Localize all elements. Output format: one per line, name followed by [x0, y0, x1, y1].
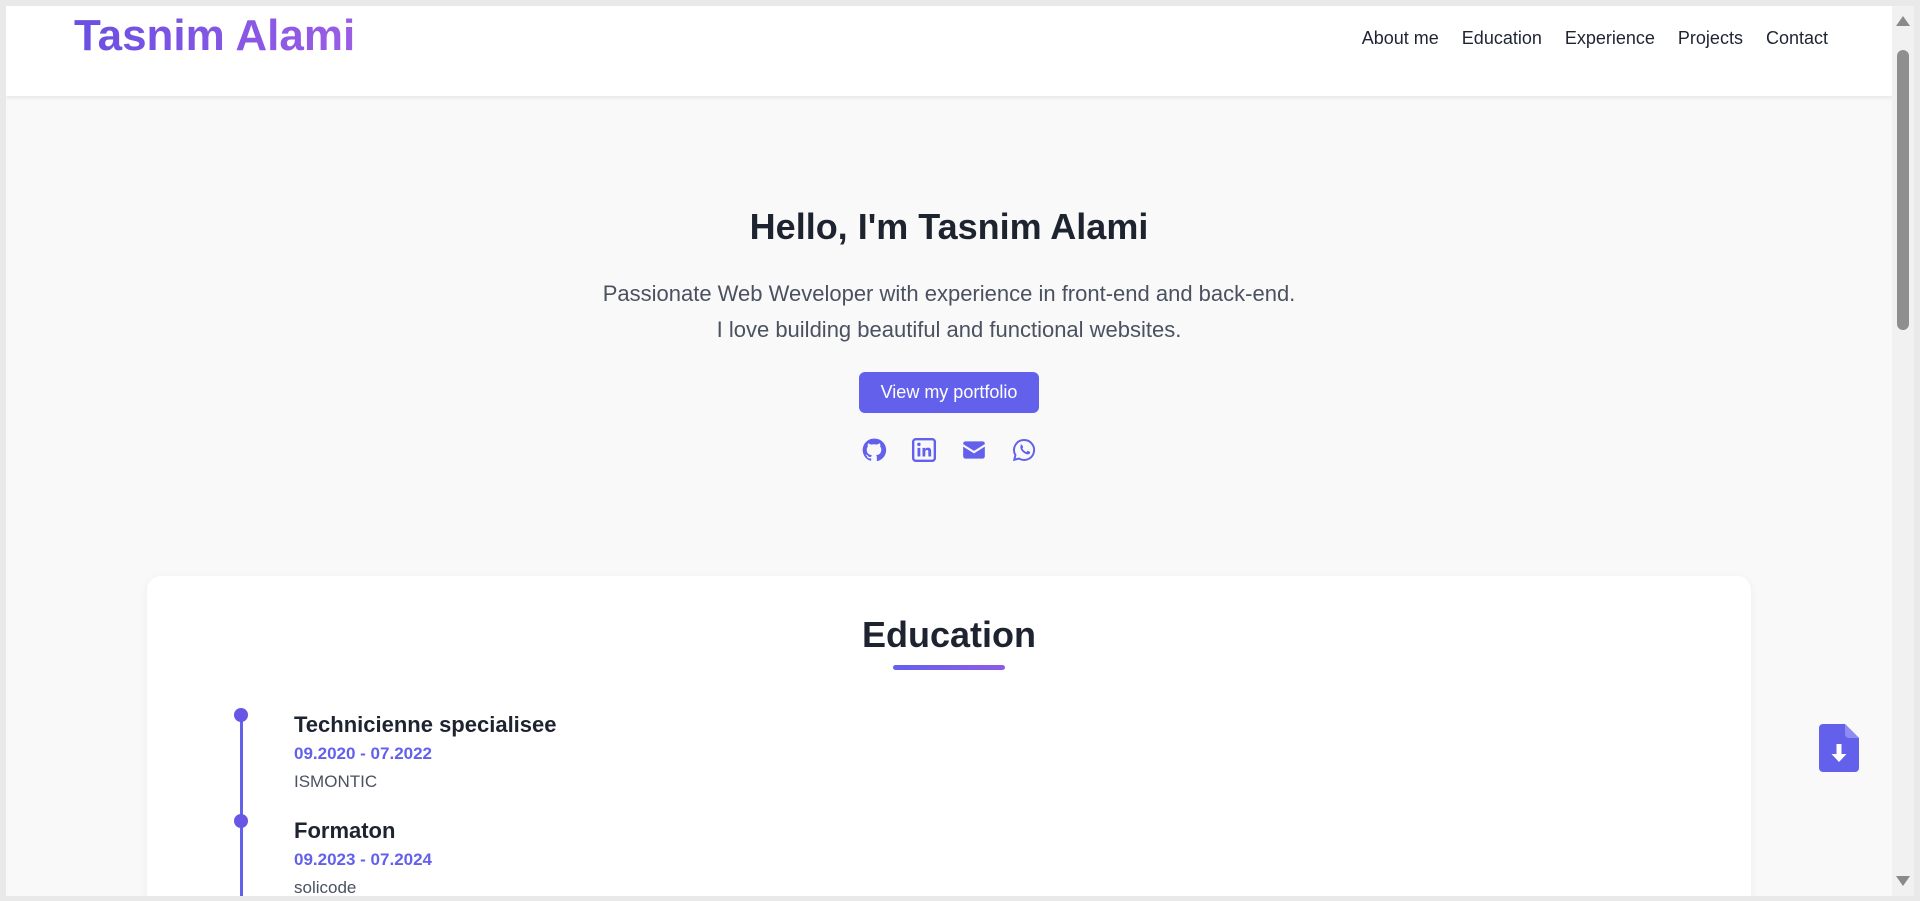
brand-logo[interactable]: Tasnim Alami [74, 11, 355, 60]
hero-subtitle: Passionate Web Weveloper with experience… [6, 276, 1892, 348]
whatsapp-icon[interactable] [1011, 437, 1037, 463]
title-underline [893, 665, 1005, 670]
nav-links: About me Education Experience Projects C… [1362, 28, 1828, 49]
hero-title: Hello, I'm Tasnim Alami [749, 206, 1149, 247]
scrollbar[interactable] [1892, 6, 1914, 896]
timeline-item-date: 09.2023 - 07.2024 [294, 850, 433, 869]
timeline-item-title: Technicienne specialisee [294, 712, 557, 737]
nav-link-contact[interactable]: Contact [1766, 28, 1828, 49]
social-links [6, 437, 1892, 463]
nav-link-projects[interactable]: Projects [1678, 28, 1743, 49]
education-section: Education Technicienne specialisee 09.20… [147, 576, 1751, 896]
page-viewport: Tasnim Alami About me Education Experien… [6, 6, 1892, 896]
timeline-item: Technicienne specialisee 09.2020 - 07.20… [294, 712, 557, 792]
nav-link-experience[interactable]: Experience [1565, 28, 1655, 49]
education-title: Education [861, 614, 1036, 655]
timeline-line [240, 718, 243, 896]
timeline-item-date: 09.2020 - 07.2022 [294, 744, 433, 763]
hero-subtitle-line2: I love building beautiful and functional… [716, 317, 1182, 342]
mail-icon[interactable] [961, 437, 987, 463]
navbar: Tasnim Alami About me Education Experien… [6, 6, 1892, 96]
timeline-dot [234, 814, 248, 828]
linkedin-icon[interactable] [911, 437, 937, 463]
scroll-down-icon[interactable] [1896, 876, 1910, 886]
view-portfolio-button[interactable]: View my portfolio [858, 372, 1040, 413]
scroll-thumb[interactable] [1897, 50, 1909, 330]
timeline-item-school: ISMONTIC [294, 772, 378, 791]
timeline-item-school: solicode [294, 878, 357, 896]
timeline-item: Formaton 09.2023 - 07.2024 solicode [294, 818, 432, 896]
github-icon[interactable] [861, 437, 887, 463]
hero-section: Hello, I'm Tasnim Alami Passionate Web W… [6, 206, 1892, 463]
scroll-up-icon[interactable] [1896, 16, 1910, 26]
timeline-item-title: Formaton [294, 818, 396, 843]
file-download-icon[interactable] [1819, 724, 1859, 772]
timeline-dot [234, 708, 248, 722]
hero-subtitle-line1: Passionate Web Weveloper with experience… [602, 281, 1296, 306]
nav-link-about[interactable]: About me [1362, 28, 1439, 49]
nav-link-education[interactable]: Education [1462, 28, 1542, 49]
